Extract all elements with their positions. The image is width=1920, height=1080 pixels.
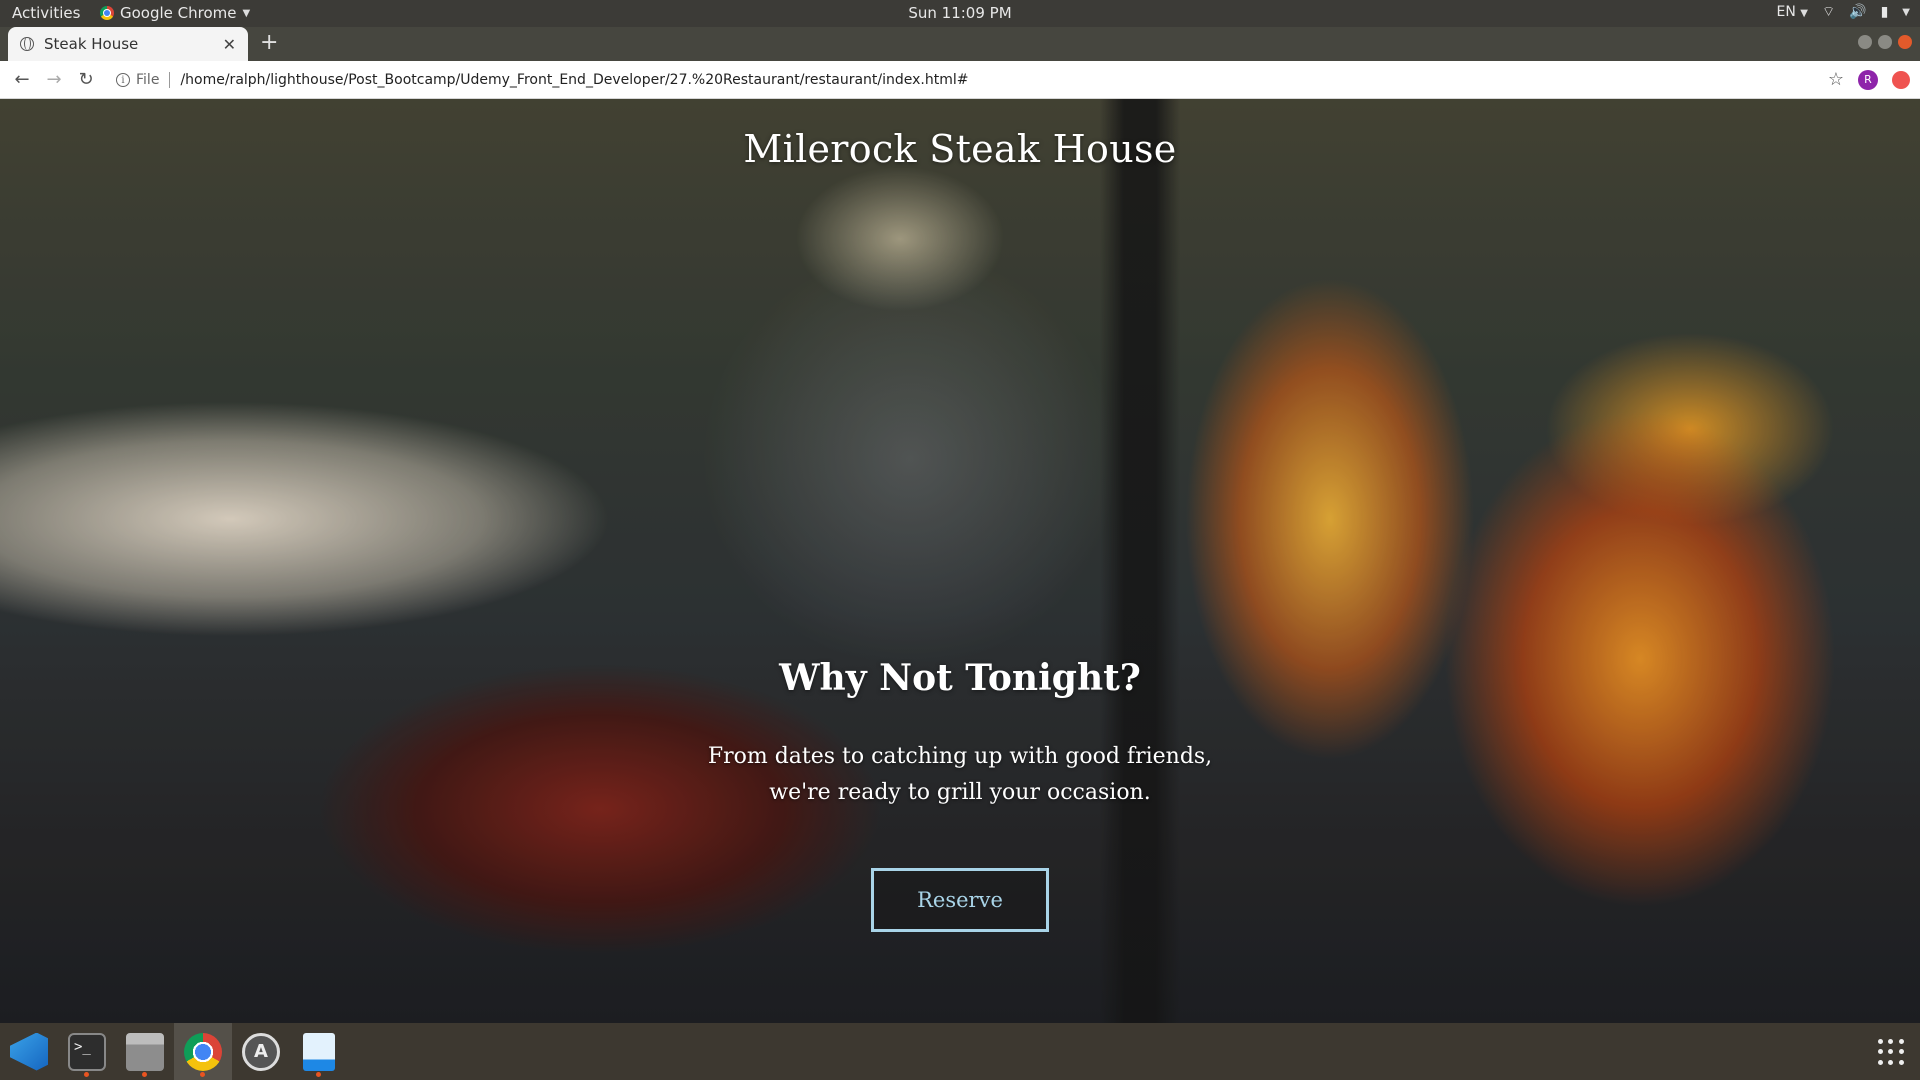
terminal-icon: >_ <box>68 1032 106 1071</box>
software-updater-icon: A <box>242 1032 280 1071</box>
language-indicator[interactable]: EN ▼ <box>1776 4 1807 20</box>
close-icon[interactable]: ✕ <box>223 35 236 54</box>
file-label: File <box>136 72 160 88</box>
running-indicator <box>316 1072 321 1077</box>
maximize-button[interactable] <box>1878 35 1892 49</box>
system-top-bar: Activities Google Chrome ▼ Sun 11:09 PM … <box>0 0 1920 27</box>
close-window-button[interactable] <box>1898 35 1912 49</box>
dock-item-files[interactable] <box>116 1023 174 1080</box>
extension-icon[interactable] <box>1892 70 1910 89</box>
chrome-icon <box>100 6 114 20</box>
language-label: EN <box>1776 4 1796 20</box>
dock-item-text-editor[interactable] <box>290 1023 348 1080</box>
browser-toolbar: ← → ↻ i File /home/ralph/lighthouse/Post… <box>0 61 1920 99</box>
dock-item-software-updater[interactable]: A <box>232 1023 290 1080</box>
app-menu-label: Google Chrome <box>120 4 237 22</box>
reload-icon[interactable]: ↻ <box>70 69 102 90</box>
divider <box>169 72 171 88</box>
info-icon[interactable]: i <box>116 73 130 87</box>
dock-item-chrome[interactable] <box>174 1023 232 1080</box>
app-menu[interactable]: Google Chrome ▼ <box>100 4 250 22</box>
show-applications-icon[interactable] <box>1878 1039 1904 1065</box>
running-indicator <box>142 1072 147 1077</box>
profile-avatar[interactable]: R <box>1858 69 1878 90</box>
forward-arrow-icon[interactable]: → <box>38 69 70 90</box>
page-viewport: Milerock Steak House Why Not Tonight? Fr… <box>0 99 1920 1023</box>
reserve-button[interactable]: Reserve <box>871 868 1049 932</box>
running-indicator <box>84 1072 89 1077</box>
hero-tagline: From dates to catching up with good frie… <box>0 739 1920 811</box>
chrome-icon <box>184 1032 222 1071</box>
back-arrow-icon[interactable]: ← <box>6 69 38 90</box>
dock-item-terminal[interactable]: >_ <box>58 1023 116 1080</box>
chevron-down-icon[interactable]: ▼ <box>1902 7 1910 18</box>
tagline-line-2: we're ready to grill your occasion. <box>769 780 1151 805</box>
text-editor-icon <box>303 1032 335 1071</box>
tagline-line-1: From dates to catching up with good frie… <box>707 744 1213 769</box>
hero-headline: Why Not Tonight? <box>779 657 1141 699</box>
files-icon <box>126 1032 164 1071</box>
system-tray[interactable]: EN ▼ ⌔ 🔊 ▮ ▼ <box>1776 3 1910 21</box>
minimize-button[interactable] <box>1858 35 1872 49</box>
clock[interactable]: Sun 11:09 PM <box>908 4 1011 22</box>
url-text[interactable]: /home/ralph/lighthouse/Post_Bootcamp/Ude… <box>180 72 968 88</box>
volume-icon: 🔊 <box>1849 4 1867 20</box>
dock: >_ A <box>0 1023 1920 1080</box>
address-bar[interactable]: i File /home/ralph/lighthouse/Post_Bootc… <box>116 67 1830 93</box>
activities-button[interactable]: Activities <box>12 4 80 22</box>
dock-item-vscode[interactable] <box>0 1023 58 1080</box>
window-controls <box>1858 35 1912 49</box>
wifi-icon: ⌔ <box>1821 4 1836 20</box>
new-tab-button[interactable]: + <box>260 30 278 55</box>
tab-title: Steak House <box>44 35 139 53</box>
running-indicator <box>200 1072 205 1077</box>
globe-icon <box>20 37 34 51</box>
battery-icon: ▮ <box>1880 4 1889 20</box>
vscode-icon <box>10 1032 48 1071</box>
tab-steak-house[interactable]: Steak House ✕ <box>8 27 248 61</box>
bookmark-star-icon[interactable]: ☆ <box>1828 69 1844 90</box>
chevron-down-icon: ▼ <box>242 7 251 19</box>
chevron-down-icon: ▼ <box>1800 8 1808 19</box>
tab-strip: Steak House ✕ + <box>0 27 1920 61</box>
brand-title[interactable]: Milerock Steak House <box>743 127 1176 171</box>
